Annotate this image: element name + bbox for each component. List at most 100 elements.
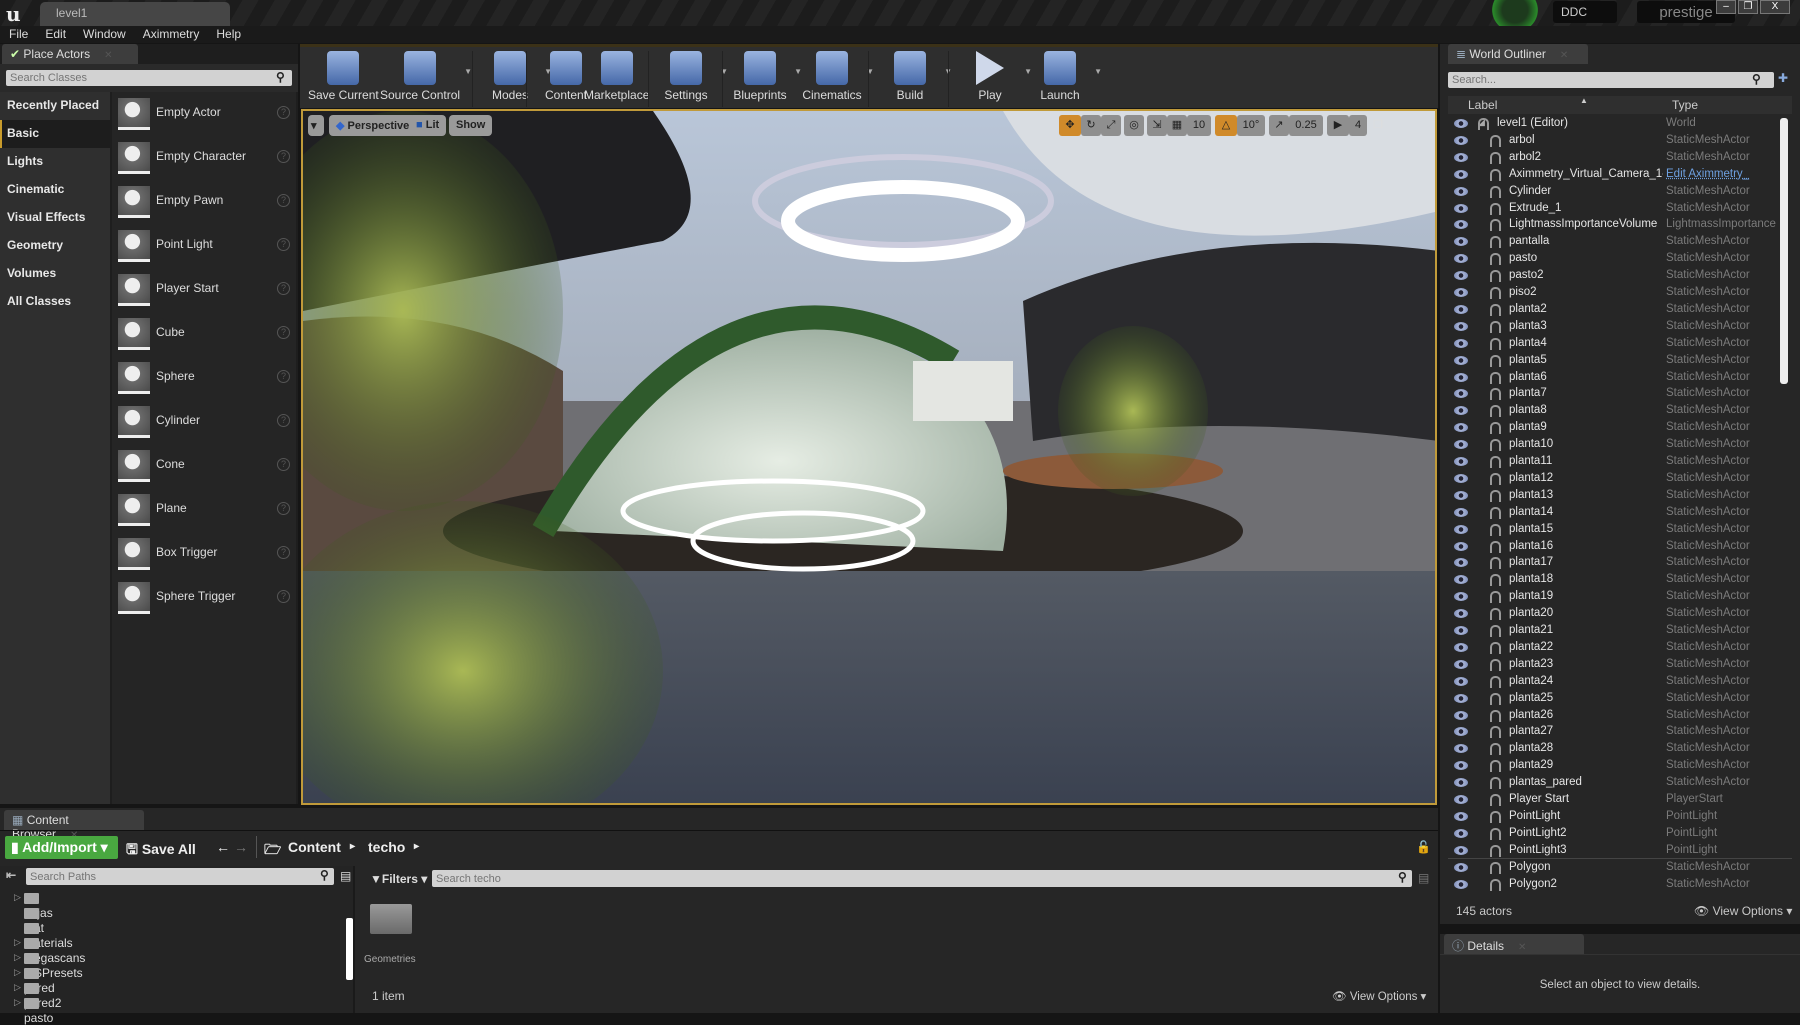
folder-item[interactable]: ▷ MSPresets	[14, 952, 83, 980]
outliner-row[interactable]: planta11 StaticMeshActor	[1448, 454, 1784, 471]
breadcrumb-content[interactable]: Content	[288, 839, 341, 855]
folder-item[interactable]: mat	[24, 907, 44, 935]
outliner-row[interactable]: planta28 StaticMeshActor	[1448, 741, 1784, 758]
category-basic[interactable]: Basic	[0, 120, 110, 148]
help-icon[interactable]: ?	[277, 150, 290, 163]
expand-arrow-icon[interactable]: ▷	[14, 937, 21, 948]
search-classes-input[interactable]	[6, 70, 292, 86]
expand-arrow-icon[interactable]: ▷	[14, 967, 21, 978]
menu-file[interactable]: File	[0, 26, 36, 41]
breadcrumb-techo[interactable]: techo	[368, 839, 405, 855]
forward-button[interactable]: →	[234, 839, 248, 855]
cb-view-options-button[interactable]: 👁 View Options ▾	[1332, 989, 1426, 1003]
paths-scrollbar[interactable]	[346, 918, 353, 980]
perspective-button[interactable]: ◆ Perspective	[329, 115, 417, 136]
visibility-eye-icon[interactable]	[1454, 119, 1468, 128]
outliner-row[interactable]: planta20 StaticMeshActor	[1448, 606, 1784, 623]
close-tab-icon[interactable]: ✕	[1518, 942, 1526, 953]
visibility-eye-icon[interactable]	[1454, 254, 1468, 264]
outliner-row[interactable]: planta21 StaticMeshActor	[1448, 623, 1784, 640]
scale-snap-value[interactable]: 0.25	[1289, 115, 1323, 136]
visibility-eye-icon[interactable]	[1454, 778, 1468, 788]
visibility-eye-icon[interactable]	[1454, 304, 1468, 314]
outliner-row[interactable]: planta5 StaticMeshActor	[1448, 353, 1784, 370]
visibility-eye-icon[interactable]	[1454, 558, 1468, 568]
visibility-eye-icon[interactable]	[1454, 288, 1468, 297]
column-type[interactable]: Type	[1672, 98, 1698, 112]
visibility-eye-icon[interactable]	[1454, 135, 1468, 145]
visibility-eye-icon[interactable]	[1454, 186, 1468, 196]
visibility-eye-icon[interactable]	[1454, 355, 1468, 365]
folder-item[interactable]: ▷ Megascans	[14, 937, 85, 965]
filters-button[interactable]: ▼Filters ▾	[370, 872, 427, 886]
actor-item[interactable]: Plane?	[112, 488, 296, 532]
actor-item[interactable]: Cylinder?	[112, 400, 296, 444]
help-icon[interactable]: ?	[277, 370, 290, 383]
outliner-row[interactable]: pasto StaticMeshActor	[1448, 251, 1784, 268]
visibility-eye-icon[interactable]	[1454, 507, 1468, 517]
visibility-eye-icon[interactable]	[1454, 203, 1468, 213]
actor-item[interactable]: Sphere Trigger?	[112, 576, 296, 620]
outliner-row[interactable]: planta27 StaticMeshActor	[1448, 724, 1784, 741]
folder-item[interactable]: Materials	[24, 922, 73, 950]
menu-window[interactable]: Window	[74, 26, 134, 41]
outliner-row[interactable]: piso2 StaticMeshActor	[1448, 285, 1784, 302]
help-icon[interactable]: ?	[277, 546, 290, 559]
minimize-button[interactable]: –	[1716, 0, 1736, 14]
asset-geometries[interactable]: Geometries	[364, 954, 416, 965]
outliner-row[interactable]: planta24 StaticMeshActor	[1448, 674, 1784, 691]
rotation-snap-value[interactable]: 10°	[1237, 115, 1265, 136]
outliner-row[interactable]: planta14 StaticMeshActor	[1448, 505, 1784, 522]
category-recently-placed[interactable]: Recently Placed	[0, 92, 110, 120]
grid-snap-icon[interactable]: ▦	[1167, 115, 1187, 136]
tab-details[interactable]: ⓘ Details ✕	[1444, 934, 1584, 954]
actor-item[interactable]: Point Light?	[112, 224, 296, 268]
rotation-snap-icon[interactable]: △	[1215, 115, 1237, 136]
category-visual-effects[interactable]: Visual Effects	[0, 204, 110, 232]
surface-snap-icon[interactable]: ⇲	[1147, 115, 1167, 136]
toolbar-source-control-button[interactable]: Source Control ▼	[380, 51, 472, 102]
outliner-row[interactable]: Extrude_1 StaticMeshActor	[1448, 201, 1784, 218]
outliner-row[interactable]: Cylinder StaticMeshActor	[1448, 184, 1784, 201]
category-cinematic[interactable]: Cinematic	[0, 176, 110, 204]
help-icon[interactable]: ?	[277, 194, 290, 207]
outliner-row[interactable]: planta7 StaticMeshActor	[1448, 386, 1784, 403]
visibility-eye-icon[interactable]	[1454, 220, 1468, 230]
outliner-row[interactable]: Aximmetry_Virtual_Camera_1-3_BilEdit Axi…	[1448, 167, 1784, 184]
outliner-row[interactable]: PointLight PointLight	[1448, 809, 1784, 826]
outliner-scrollbar[interactable]	[1780, 118, 1788, 384]
outliner-row[interactable]: planta23 StaticMeshActor	[1448, 657, 1784, 674]
tab-world-outliner[interactable]: ≣ World Outliner ✕	[1448, 44, 1588, 64]
visibility-eye-icon[interactable]	[1454, 473, 1468, 483]
path-view-options-icon[interactable]: ▤	[340, 869, 351, 883]
outliner-row[interactable]: planta29 StaticMeshActor	[1448, 758, 1784, 775]
scale-icon[interactable]: ⤢	[1101, 115, 1121, 136]
visibility-eye-icon[interactable]	[1454, 626, 1468, 635]
visibility-eye-icon[interactable]	[1454, 237, 1468, 247]
outliner-row[interactable]: planta2 StaticMeshActor	[1448, 302, 1784, 319]
outliner-row[interactable]: planta26 StaticMeshActor	[1448, 708, 1784, 725]
camera-speed-icon[interactable]: ▶	[1327, 115, 1349, 136]
expand-arrow-icon[interactable]: ▷	[14, 892, 21, 903]
maximize-viewport-icon[interactable]: ❐	[1371, 115, 1385, 136]
visibility-eye-icon[interactable]	[1454, 828, 1468, 838]
visibility-eye-icon[interactable]	[1454, 490, 1468, 500]
actor-item[interactable]: Empty Pawn?	[112, 180, 296, 224]
outliner-search-input[interactable]	[1448, 72, 1774, 88]
maximize-button[interactable]: ❐	[1738, 0, 1758, 14]
visibility-eye-icon[interactable]	[1454, 406, 1468, 416]
actor-item[interactable]: Sphere?	[112, 356, 296, 400]
outliner-row[interactable]: planta17 StaticMeshActor	[1448, 555, 1784, 572]
lock-icon[interactable]: 🔓	[1416, 840, 1431, 854]
visibility-eye-icon[interactable]	[1454, 727, 1468, 737]
dropdown-arrow-icon[interactable]: ▼	[1094, 67, 1102, 76]
visibility-eye-icon[interactable]	[1454, 879, 1468, 889]
outliner-row[interactable]: planta3 StaticMeshActor	[1448, 319, 1784, 336]
outliner-row[interactable]: LightmassImportanceVolume LightmassImport…	[1448, 217, 1784, 234]
visibility-eye-icon[interactable]	[1454, 169, 1468, 179]
toolbar-blueprints-button[interactable]: Blueprints ▼	[730, 51, 802, 102]
help-icon[interactable]: ?	[277, 502, 290, 515]
visibility-eye-icon[interactable]	[1454, 609, 1468, 619]
outliner-row[interactable]: pantalla StaticMeshActor	[1448, 234, 1784, 251]
back-button[interactable]: ←	[216, 839, 230, 855]
